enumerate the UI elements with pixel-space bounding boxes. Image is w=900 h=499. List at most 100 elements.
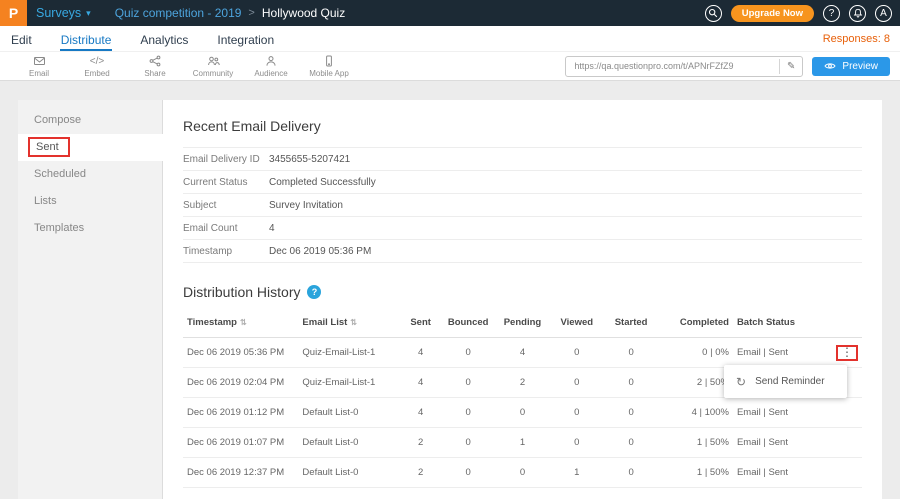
- preview-button-label: Preview: [842, 61, 878, 72]
- cell-actions: [828, 458, 862, 488]
- col-header-actions: [828, 310, 862, 338]
- cell-sent: 4: [400, 398, 441, 428]
- cell-completed: 1 | 50%: [658, 428, 733, 458]
- cell-pending: 1: [495, 428, 549, 458]
- email-icon: [10, 55, 68, 68]
- sidebar-item-sent-label: Sent: [36, 141, 59, 153]
- tab-analytics[interactable]: Analytics: [139, 30, 189, 51]
- sidebar-item-lists[interactable]: Lists: [18, 188, 162, 215]
- detail-value: Survey Invitation: [269, 200, 343, 211]
- col-header-email-list[interactable]: Email List⇅: [298, 310, 400, 338]
- toolbar-community-button[interactable]: Community: [184, 55, 242, 78]
- detail-row-timestamp: Timestamp Dec 06 2019 05:36 PM: [183, 239, 862, 262]
- surveys-app-menu[interactable]: Surveys ▾: [36, 6, 91, 20]
- sidebar-item-templates[interactable]: Templates: [18, 215, 162, 242]
- detail-value: 3455655-5207421: [269, 154, 350, 165]
- cell-completed: 0 | 0%: [658, 338, 733, 368]
- notifications-bell-icon[interactable]: [849, 5, 866, 22]
- questionpro-logo[interactable]: P: [0, 0, 27, 26]
- avatar[interactable]: A: [875, 5, 892, 22]
- detail-value: Dec 06 2019 05:36 PM: [269, 246, 371, 257]
- help-tooltip-icon[interactable]: ?: [307, 285, 321, 299]
- cell-sent: 2: [400, 458, 441, 488]
- row-menu-dots-icon[interactable]: ⋮: [838, 347, 856, 358]
- cell-sent: 4: [400, 368, 441, 398]
- detail-label: Subject: [183, 200, 269, 211]
- breadcrumb-current-page: Hollywood Quiz: [262, 6, 345, 20]
- toolbar-mobile-app-button[interactable]: Mobile App: [300, 55, 358, 78]
- responses-count[interactable]: Responses: 8: [823, 33, 890, 45]
- sidebar-item-sent[interactable]: Sent: [18, 134, 163, 161]
- topbar-actions: Upgrade Now ? A: [705, 5, 892, 22]
- distribute-toolbar: Email </> Embed Share Community Audienc: [0, 51, 900, 81]
- cell-batch-status: Email | Sent: [733, 338, 828, 368]
- cell-email-list: Default List-0: [298, 398, 400, 428]
- survey-url-field[interactable]: https://qa.questionpro.com/t/APNrFZfZ9 ✎: [565, 56, 803, 77]
- preview-button[interactable]: Preview: [812, 57, 890, 76]
- cell-actions: ⋮: [828, 338, 862, 368]
- delivery-details: Email Delivery ID 3455655-5207421 Curren…: [183, 147, 862, 263]
- cell-email-list: Quiz-Email-List-1: [298, 368, 400, 398]
- col-header-pending: Pending: [495, 310, 549, 338]
- table-row: Dec 06 2019 01:12 PM Default List-0 4 0 …: [183, 398, 862, 428]
- cell-bounced: 0: [441, 368, 495, 398]
- upgrade-now-button[interactable]: Upgrade Now: [731, 5, 814, 22]
- cell-started: 0: [604, 398, 658, 428]
- detail-row-current-status: Current Status Completed Successfully: [183, 170, 862, 193]
- table-row: Dec 06 2019 05:36 PM Quiz-Email-List-1 4…: [183, 338, 862, 368]
- cell-batch-status: Email | Sent: [733, 458, 828, 488]
- cell-timestamp: Dec 06 2019 01:07 PM: [183, 428, 298, 458]
- breadcrumb: Quiz competition - 2019 > Hollywood Quiz: [115, 6, 346, 20]
- tab-integration[interactable]: Integration: [216, 30, 275, 51]
- col-header-started: Started: [604, 310, 658, 338]
- cell-batch-status: Email | Sent: [733, 398, 828, 428]
- row-context-menu: ↻ Send Reminder: [724, 365, 847, 398]
- col-header-completed: Completed: [658, 310, 733, 338]
- cell-email-list: Quiz-Email-List-1: [298, 338, 400, 368]
- cell-actions: [828, 398, 862, 428]
- cell-bounced: 0: [441, 428, 495, 458]
- toolbar-embed-button[interactable]: </> Embed: [68, 55, 126, 78]
- cell-bounced: 0: [441, 458, 495, 488]
- col-header-timestamp[interactable]: Timestamp⇅: [183, 310, 298, 338]
- cell-pending: 0: [495, 398, 549, 428]
- surveys-app-label: Surveys: [36, 6, 81, 20]
- cell-viewed: 0: [550, 428, 604, 458]
- edit-url-pencil-icon[interactable]: ✎: [779, 59, 802, 74]
- table-row: Dec 06 2019 01:07 PM Default List-0 2 0 …: [183, 428, 862, 458]
- breadcrumb-survey-link[interactable]: Quiz competition - 2019: [115, 6, 242, 20]
- detail-label: Current Status: [183, 177, 269, 188]
- tab-edit[interactable]: Edit: [10, 30, 33, 51]
- send-reminder-menu-item[interactable]: Send Reminder: [755, 376, 824, 387]
- table-header-row: Timestamp⇅ Email List⇅ Sent Bounced Pend…: [183, 310, 862, 338]
- cell-pending: 4: [495, 338, 549, 368]
- sidebar-item-compose[interactable]: Compose: [18, 107, 162, 134]
- detail-label: Timestamp: [183, 246, 269, 257]
- cell-bounced: 0: [441, 398, 495, 428]
- cell-email-list: Default List-0: [298, 458, 400, 488]
- toolbar-share-button[interactable]: Share: [126, 55, 184, 78]
- cell-completed: 1 | 50%: [658, 458, 733, 488]
- help-icon[interactable]: ?: [823, 5, 840, 22]
- search-icon[interactable]: [705, 5, 722, 22]
- sort-icon[interactable]: ⇅: [350, 318, 357, 327]
- cell-timestamp: Dec 06 2019 05:36 PM: [183, 338, 298, 368]
- sidebar-item-scheduled[interactable]: Scheduled: [18, 161, 162, 188]
- detail-label: Email Delivery ID: [183, 154, 269, 165]
- tab-distribute[interactable]: Distribute: [60, 30, 113, 51]
- breadcrumb-separator: >: [248, 7, 254, 19]
- cell-actions: [828, 428, 862, 458]
- sort-icon[interactable]: ⇅: [240, 318, 247, 327]
- toolbar-email-button[interactable]: Email: [10, 55, 68, 78]
- survey-url-area: https://qa.questionpro.com/t/APNrFZfZ9 ✎…: [565, 56, 890, 77]
- community-icon: [184, 55, 242, 68]
- cell-sent: 2: [400, 428, 441, 458]
- mobile-app-icon: [300, 55, 358, 68]
- cell-viewed: 0: [550, 398, 604, 428]
- main-panel: Recent Email Delivery Email Delivery ID …: [163, 100, 882, 499]
- cell-completed: 4 | 100%: [658, 398, 733, 428]
- toolbar-share-label: Share: [126, 69, 184, 78]
- annotation-box-row-menu: ⋮: [836, 345, 858, 361]
- cell-started: 0: [604, 458, 658, 488]
- toolbar-audience-button[interactable]: Audience: [242, 55, 300, 78]
